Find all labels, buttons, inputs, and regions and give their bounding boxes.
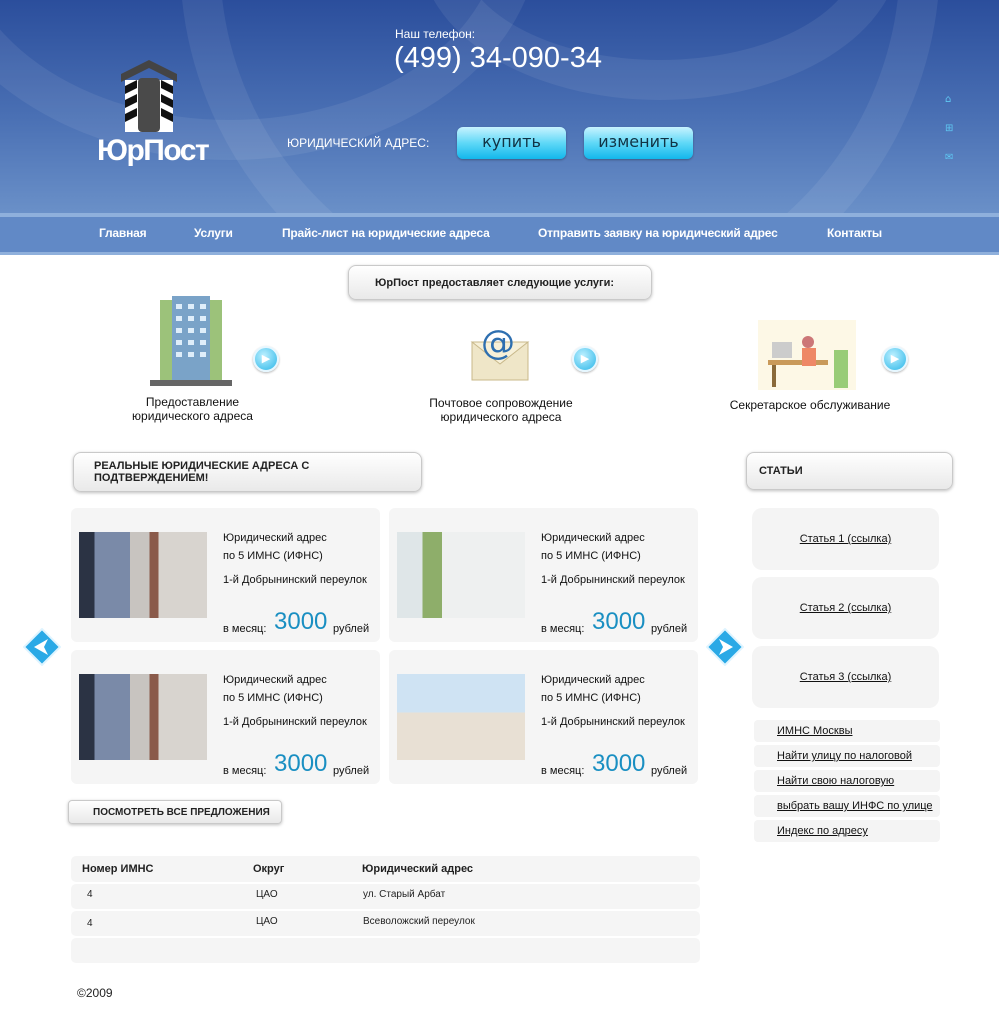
article-item: Статья 1 (ссылка) [752, 508, 939, 570]
offer-title: Юридический адрес [541, 674, 645, 686]
prev-arrow-icon[interactable] [23, 628, 61, 666]
address-label: ЮРИДИЧЕСКИЙ АДРЕС: [287, 136, 430, 150]
offer-card[interactable]: Юридический адрес по 5 ИМНС (ИФНС) 1-й Д… [389, 508, 698, 642]
view-all-offers-button[interactable]: ПОСМОТРЕТЬ ВСЕ ПРЕДЛОЖЕНИЯ [68, 800, 282, 824]
currency-label: рублей [651, 765, 688, 777]
offer-price: 3000 [592, 608, 646, 635]
article-item: Статья 3 (ссылка) [752, 646, 939, 708]
offer-tax-office: по 5 ИМНС (ИФНС) [541, 692, 641, 704]
offer-price: 3000 [274, 750, 328, 777]
offer-card[interactable]: Юридический адрес по 5 ИМНС (ИФНС) 1-й Д… [71, 650, 380, 784]
sidebar-link-row: Найти свою налоговую [754, 770, 940, 792]
table-header: Номер ИМНС Округ Юридический адрес [71, 856, 700, 882]
table-row-empty [71, 938, 700, 963]
main-nav: Главная Услуги Прайс-лист на юридические… [0, 213, 999, 255]
cell-address: ул. Старый Арбат [363, 889, 446, 900]
per-month-label: в месяц: [223, 623, 267, 635]
service-label-legal-address[interactable]: Предоставление юридического адреса [120, 395, 265, 423]
articles-title: СТАТЬИ [746, 452, 953, 490]
offer-street: 1-й Добрынинский переулок [223, 574, 367, 586]
link-choose-ifns[interactable]: выбрать вашу ИНФС по улице [777, 800, 933, 812]
offers-title: РЕАЛЬНЫЕ ЮРИДИЧЕСКИЕ АДРЕСА С ПОДТВЕРЖДЕ… [73, 452, 422, 492]
nav-contacts[interactable]: Контакты [827, 226, 882, 240]
offer-tax-office: по 5 ИМНС (ИФНС) [223, 692, 323, 704]
link-imns-moscow[interactable]: ИМНС Москвы [777, 725, 852, 737]
cell-district: ЦАО [256, 916, 278, 927]
services-title: ЮрПост предоставляет следующие услуги: [348, 265, 652, 300]
offer-card[interactable]: Юридический адрес по 5 ИМНС (ИФНС) 1-й Д… [71, 508, 380, 642]
building-icon [150, 296, 232, 386]
link-find-street[interactable]: Найти улицу по налоговой [777, 750, 912, 762]
cell-district: ЦАО [256, 889, 278, 900]
sidebar-link-row: ИМНС Москвы [754, 720, 940, 742]
office-photo[interactable] [397, 674, 525, 760]
service-label-secretary[interactable]: Секретарское обслуживание [715, 398, 905, 412]
offer-title: Юридический адрес [541, 532, 645, 544]
sidebar-link-row: Индекс по адресу [754, 820, 940, 842]
link-postal-index[interactable]: Индекс по адресу [777, 825, 868, 837]
office-photo[interactable] [79, 532, 207, 618]
cell-imns: 4 [87, 918, 93, 929]
cell-address: Всеволожский переулок [363, 916, 475, 927]
col-address: Юридический адрес [362, 863, 474, 875]
offer-street: 1-й Добрынинский переулок [223, 716, 367, 728]
logo-tower-icon [121, 60, 177, 132]
service-label-mail[interactable]: Почтовое сопровождение юридического адре… [415, 396, 587, 424]
article-item: Статья 2 (ссылка) [752, 577, 939, 639]
table-row: 4 ЦАО Всеволожский переулок [71, 911, 700, 936]
offer-tax-office: по 5 ИМНС (ИФНС) [223, 550, 323, 562]
sitemap-icon[interactable]: ⊞ [945, 123, 953, 134]
link-find-tax-office[interactable]: Найти свою налоговую [777, 775, 894, 787]
phone-number: (499) 34-090-34 [394, 42, 602, 74]
change-button[interactable]: изменить [584, 127, 693, 159]
nav-home[interactable]: Главная [99, 226, 147, 240]
copyright: ©2009 [77, 986, 113, 1000]
cell-imns: 4 [87, 889, 93, 900]
sidebar-link-row: выбрать вашу ИНФС по улице [754, 795, 940, 817]
offer-street: 1-й Добрынинский переулок [541, 716, 685, 728]
buy-button[interactable]: купить [457, 127, 566, 159]
nav-price-list[interactable]: Прайс-лист на юридические адреса [282, 226, 490, 240]
svg-text:@: @ [481, 323, 515, 363]
offer-price: 3000 [274, 608, 328, 635]
mail-icon[interactable]: ✉ [945, 152, 953, 163]
service-1-arrow[interactable]: ▶ [253, 346, 279, 372]
nav-send-request[interactable]: Отправить заявку на юридический адрес [538, 226, 778, 240]
next-arrow-icon[interactable] [706, 628, 744, 666]
table-row: 4 ЦАО ул. Старый Арбат [71, 884, 700, 909]
per-month-label: в месяц: [541, 623, 585, 635]
sidebar-link-row: Найти улицу по налоговой [754, 745, 940, 767]
email-envelope-icon: @ [470, 323, 530, 381]
col-district: Округ [253, 863, 285, 875]
offer-tax-office: по 5 ИМНС (ИФНС) [541, 550, 641, 562]
secretary-icon [758, 320, 856, 390]
article-link-1[interactable]: Статья 1 (ссылка) [800, 533, 892, 545]
offer-price: 3000 [592, 750, 646, 777]
phone-label: Наш телефон: [395, 27, 476, 41]
offer-title: Юридический адрес [223, 674, 327, 686]
nav-services[interactable]: Услуги [194, 226, 233, 240]
offer-card[interactable]: Юридический адрес по 5 ИМНС (ИФНС) 1-й Д… [389, 650, 698, 784]
currency-label: рублей [651, 623, 688, 635]
offer-title: Юридический адрес [223, 532, 327, 544]
home-icon[interactable]: ⌂ [945, 94, 951, 105]
header: ЮрПост Наш телефон: (499) 34-090-34 ЮРИД… [0, 0, 999, 213]
logo[interactable]: ЮрПост [95, 60, 210, 170]
service-3-arrow[interactable]: ▶ [882, 346, 908, 372]
article-link-2[interactable]: Статья 2 (ссылка) [800, 602, 892, 614]
service-2-arrow[interactable]: ▶ [572, 346, 598, 372]
per-month-label: в месяц: [541, 765, 585, 777]
offer-street: 1-й Добрынинский переулок [541, 574, 685, 586]
per-month-label: в месяц: [223, 765, 267, 777]
article-link-3[interactable]: Статья 3 (ссылка) [800, 671, 892, 683]
col-imns: Номер ИМНС [82, 863, 154, 875]
logo-text: ЮрПост [97, 134, 210, 167]
office-photo[interactable] [397, 532, 525, 618]
office-photo[interactable] [79, 674, 207, 760]
currency-label: рублей [333, 765, 370, 777]
currency-label: рублей [333, 623, 370, 635]
